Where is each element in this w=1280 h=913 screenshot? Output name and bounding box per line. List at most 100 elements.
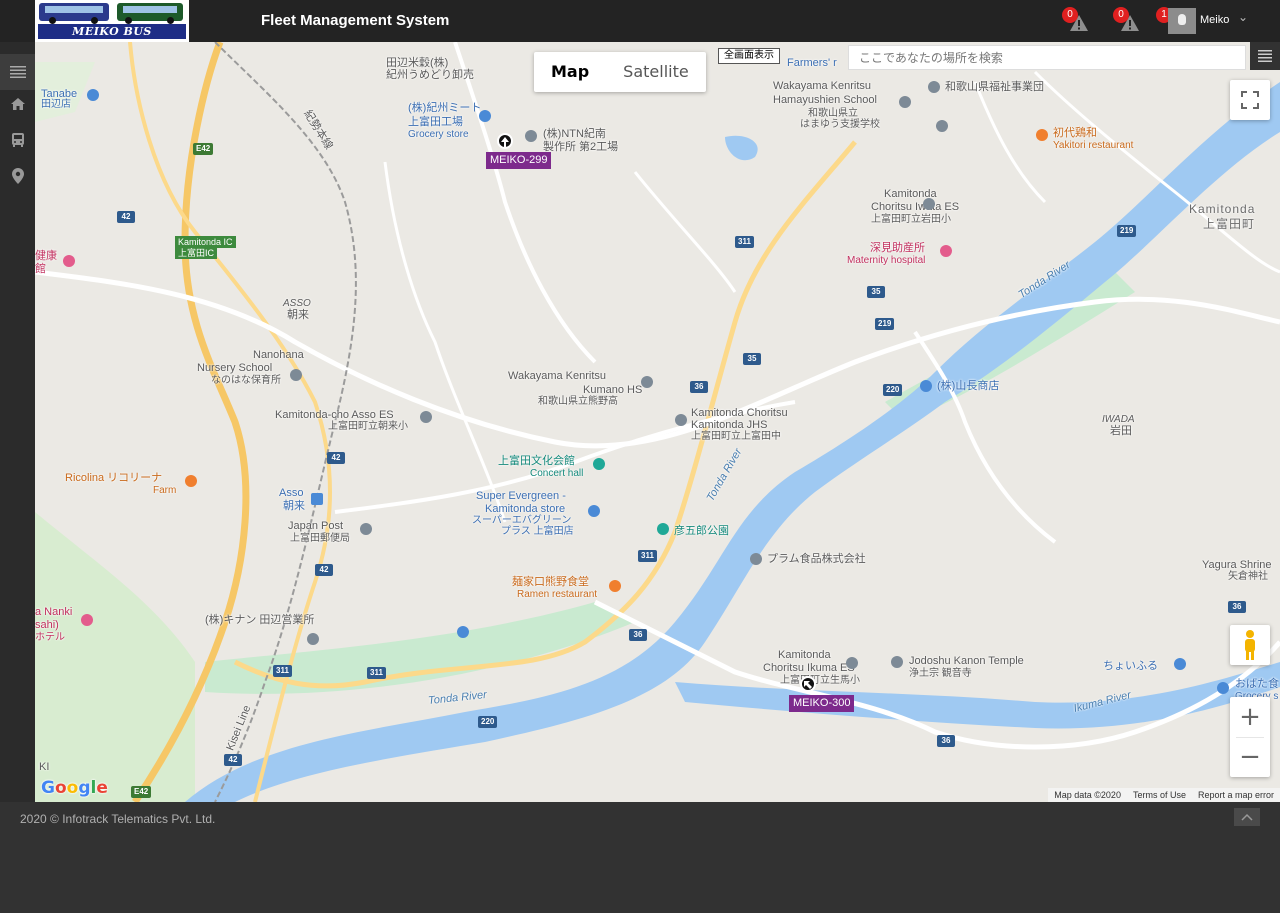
map-label: 上富田町立朝来小	[328, 421, 408, 432]
farm-poi-icon[interactable]	[185, 475, 197, 487]
sidebar-item-menu[interactable]	[0, 54, 35, 90]
map-label: Hamayushien School	[773, 94, 877, 106]
hospital-poi-icon[interactable]	[940, 245, 952, 257]
grocery-poi-icon[interactable]	[479, 110, 491, 122]
map-label: なのはな保育所	[211, 375, 281, 386]
alert-button-3[interactable]: 1	[1156, 7, 1172, 36]
road-shield: 42	[224, 754, 242, 766]
place-poi-icon[interactable]	[525, 130, 537, 142]
shop-poi-icon[interactable]	[1174, 658, 1186, 670]
alert-button-2[interactable]: 0	[1113, 7, 1143, 36]
school-poi-icon[interactable]	[675, 414, 687, 426]
zoom-out-button[interactable]: −	[1230, 737, 1270, 777]
map-label: 紀州うめどり卸売	[386, 69, 474, 81]
sidebar-item-home[interactable]	[0, 86, 35, 122]
vehicle-label[interactable]: MEIKO-299	[486, 152, 552, 169]
road-shield: 220	[478, 716, 498, 728]
map-label: Ramen restaurant	[517, 589, 598, 600]
map-label: (株)キナン 田辺営業所	[205, 614, 315, 626]
meiko-bus-logo[interactable]: MEIKO BUS	[35, 0, 189, 42]
alert-count: 0	[1113, 7, 1129, 23]
google-logo[interactable]: Google	[41, 778, 108, 798]
location-pin-icon	[11, 168, 24, 184]
map-label: 上富田郵便局	[290, 533, 350, 544]
map-label: Asso	[279, 487, 304, 499]
map-type-satellite-button[interactable]: Satellite	[606, 52, 706, 92]
place-search-input[interactable]	[848, 45, 1246, 70]
map-label: Wakayama Kenritsu	[508, 370, 607, 382]
map-label: KI	[39, 761, 50, 773]
map-type-map-button[interactable]: Map	[534, 52, 606, 92]
vehicle-label[interactable]: MEIKO-300	[789, 695, 855, 712]
map-label: プラス 上富田店	[501, 526, 574, 537]
map-label: Grocery store	[408, 129, 469, 140]
school-poi-icon[interactable]	[923, 198, 935, 210]
zoom-in-button[interactable]: +	[1230, 697, 1270, 737]
school-poi-icon[interactable]	[936, 120, 948, 132]
school-poi-icon[interactable]	[420, 411, 432, 423]
map-label: 上富田IC	[175, 247, 218, 259]
home-icon	[10, 98, 25, 110]
map-label: 麺家口熊野食堂	[512, 576, 589, 588]
road-shield: 219	[875, 318, 895, 330]
map-label: Jodoshu Kanon Temple	[909, 655, 1024, 667]
map-label: Kamitonda store	[485, 503, 566, 515]
arrow-up-icon	[501, 137, 509, 147]
map-label: はまゆう支援学校	[800, 119, 880, 130]
school-poi-icon[interactable]	[641, 376, 653, 388]
map-fullscreen-button[interactable]	[1230, 80, 1270, 120]
fullscreen-view-button[interactable]: 全画面表示	[718, 48, 780, 64]
vehicle-marker-icon[interactable]	[800, 676, 816, 692]
map-menu-button[interactable]	[1250, 42, 1280, 70]
map-label: Choritsu Iwata ES	[871, 201, 960, 213]
map-label: 上富田工場	[408, 116, 463, 128]
restaurant-poi-icon[interactable]	[609, 580, 621, 592]
bus-stop-icon[interactable]	[311, 493, 323, 505]
post-office-poi-icon[interactable]	[360, 523, 372, 535]
school-poi-icon[interactable]	[290, 369, 302, 381]
road-shield: 311	[367, 667, 386, 679]
school-poi-icon[interactable]	[899, 96, 911, 108]
park-poi-icon[interactable]	[657, 523, 669, 535]
map-label: 上富田町	[1203, 217, 1256, 231]
map-label: Kamitonda-cho Asso ES	[275, 409, 394, 421]
map-data-text: Map data ©2020	[1054, 790, 1121, 800]
place-poi-icon[interactable]	[750, 553, 762, 565]
temple-poi-icon[interactable]	[891, 656, 903, 668]
avatar	[1168, 8, 1196, 34]
map-label: Kumano HS	[583, 384, 643, 396]
shop-poi-icon[interactable]	[457, 626, 469, 638]
report-error-link[interactable]: Report a map error	[1192, 788, 1280, 802]
vehicle-marker-icon[interactable]	[497, 133, 513, 149]
bus-icon	[11, 133, 24, 147]
map-label: Choritsu Ikuma ES	[763, 662, 855, 674]
map-label: (株)山長商店	[937, 380, 1000, 392]
restaurant-poi-icon[interactable]	[1036, 129, 1048, 141]
hotel-poi-icon[interactable]	[81, 614, 93, 626]
road-shield: E42	[193, 143, 214, 155]
map-canvas[interactable]: Tanabe 田辺店 田辺米穀(株) 紀州うめどり卸売 (株)紀州ミート 上富田…	[35, 42, 1280, 802]
school-poi-icon[interactable]	[846, 657, 858, 669]
sidebar-item-location[interactable]	[0, 158, 35, 194]
map-label: a Nanki	[35, 606, 73, 618]
music-poi-icon[interactable]	[593, 458, 605, 470]
place-poi-icon[interactable]	[928, 81, 940, 93]
place-poi-icon[interactable]	[307, 633, 319, 645]
map-label: Nursery School	[197, 362, 273, 374]
street-view-pegman[interactable]	[1230, 625, 1270, 665]
shop-poi-icon[interactable]	[920, 380, 932, 392]
copyright-text: 2020 © Infotrack Telematics Pvt. Ltd.	[20, 812, 216, 826]
shop-poi-icon[interactable]	[1217, 682, 1229, 694]
map-label: Japan Post	[288, 520, 344, 532]
scroll-to-top-button[interactable]	[1234, 808, 1260, 826]
shop-poi-icon[interactable]	[588, 505, 600, 517]
sidebar-item-bus[interactable]	[0, 122, 35, 158]
shop-poi-icon[interactable]	[87, 89, 99, 101]
road-shield: 311	[735, 236, 754, 248]
spa-poi-icon[interactable]	[63, 255, 75, 267]
map-label: 浄土宗 観音寺	[909, 668, 972, 679]
user-menu[interactable]: Meiko ⌄	[1168, 8, 1254, 34]
map-label: 田辺米穀(株)	[386, 57, 449, 69]
terms-link[interactable]: Terms of Use	[1127, 788, 1192, 802]
alert-button-1[interactable]: 0	[1062, 7, 1092, 36]
